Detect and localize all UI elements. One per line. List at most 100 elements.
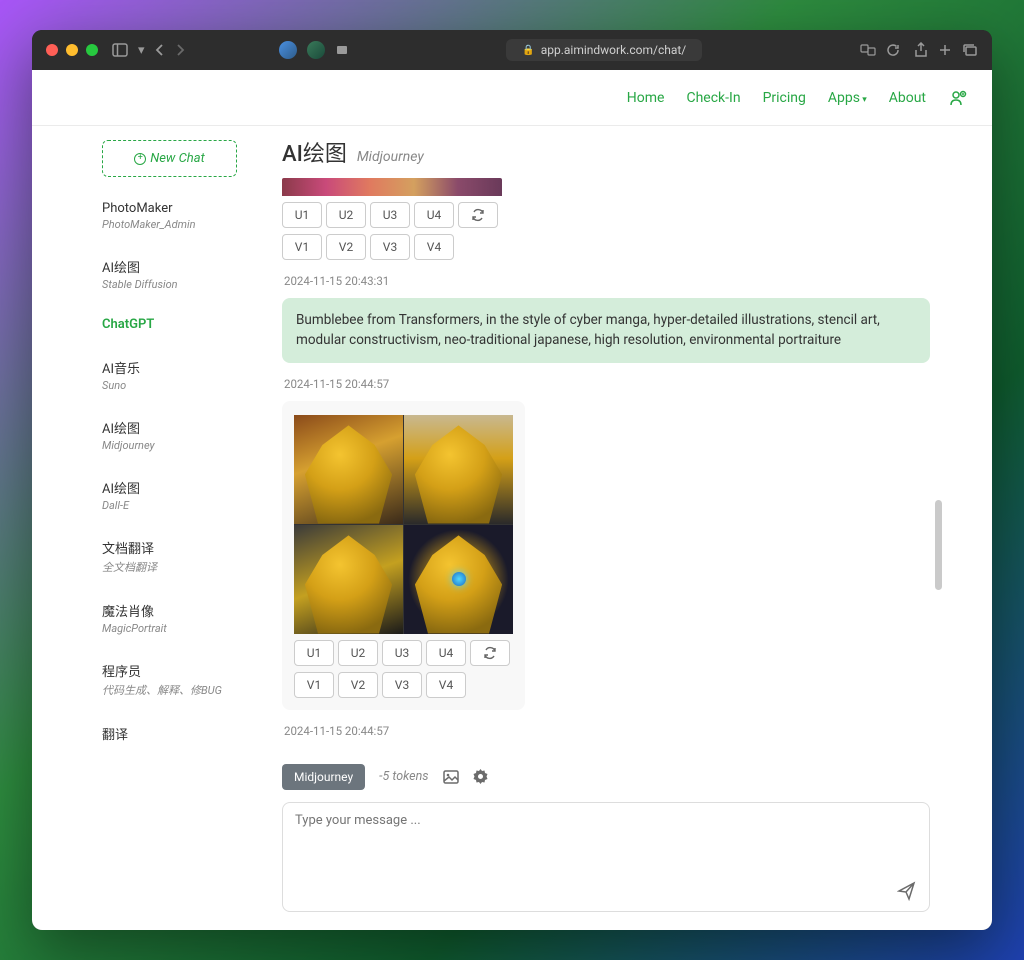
extension-icon-3[interactable] <box>335 43 349 57</box>
sidebar-item-title: AI绘图 <box>102 257 260 276</box>
nav-home[interactable]: Home <box>627 90 665 106</box>
variation-v3-button[interactable]: V3 <box>382 672 422 698</box>
message-input[interactable] <box>295 813 917 893</box>
upscale-u1-button[interactable]: U1 <box>282 202 322 228</box>
page-title: AI绘图 <box>282 136 347 168</box>
sidebar-item-chatgpt[interactable]: ChatGPT <box>102 305 260 346</box>
upscale-u3-button[interactable]: U3 <box>382 640 422 666</box>
variation-v4-button[interactable]: V4 <box>426 672 466 698</box>
generated-image-4[interactable] <box>404 525 513 634</box>
sidebar-item-subtitle: 代码生成、解释、修BUG <box>102 682 222 698</box>
reload-icon[interactable] <box>886 43 900 57</box>
upscale-u4-button[interactable]: U4 <box>414 202 454 228</box>
sidebar-item-magicportrait[interactable]: 魔法肖像 MagicPortrait <box>102 589 260 649</box>
sidebar-toggle-icon[interactable] <box>112 43 128 57</box>
prompt-text: Bumblebee from Transformers, in the styl… <box>296 312 880 348</box>
generated-image-grid[interactable] <box>294 415 513 634</box>
variation-row: V1 V2 V3 V4 <box>282 234 930 260</box>
browser-titlebar: ▾ 🔒 app.aimindwork.com/chat/ <box>32 30 992 70</box>
variation-v2-button[interactable]: V2 <box>338 672 378 698</box>
message-input-area: Midjourney -5 tokens <box>282 760 930 912</box>
upscale-u4-button[interactable]: U4 <box>426 640 466 666</box>
result-block-2: U1 U2 U3 U4 V1 V2 V3 V4 <box>282 401 525 710</box>
generated-image-partial[interactable] <box>282 178 502 196</box>
back-button[interactable] <box>155 43 165 57</box>
sidebar-item-title: 魔法肖像 <box>102 601 260 620</box>
close-window-button[interactable] <box>46 44 58 56</box>
sidebar-item-subtitle: Midjourney <box>102 439 222 452</box>
top-navigation: Home Check-In Pricing Apps About <box>32 70 992 126</box>
generated-image-2[interactable] <box>404 415 513 524</box>
browser-window: ▾ 🔒 app.aimindwork.com/chat/ <box>32 30 992 930</box>
sidebar-item-title: ChatGPT <box>102 317 260 332</box>
timestamp: 2024-11-15 20:44:57 <box>284 377 930 391</box>
upscale-u2-button[interactable]: U2 <box>338 640 378 666</box>
sidebar-item-translate[interactable]: 翻译 <box>102 712 260 757</box>
new-chat-label: New Chat <box>150 151 205 166</box>
upscale-u1-button[interactable]: U1 <box>294 640 334 666</box>
window-controls <box>46 44 98 56</box>
upscale-row: U1 U2 U3 U4 <box>282 202 930 228</box>
nav-checkin[interactable]: Check-In <box>686 90 740 106</box>
variation-v1-button[interactable]: V1 <box>282 234 322 260</box>
tabs-overview-icon[interactable] <box>962 43 978 57</box>
sidebar-item-subtitle: Suno <box>102 379 222 392</box>
variation-v2-button[interactable]: V2 <box>326 234 366 260</box>
generated-image-3[interactable] <box>294 525 403 634</box>
page-subtitle: Midjourney <box>357 149 424 165</box>
extension-icon-2[interactable] <box>307 41 325 59</box>
generated-image-1[interactable] <box>294 415 403 524</box>
message-textarea-wrapper <box>282 802 930 912</box>
sidebar-item-title: AI绘图 <box>102 418 260 437</box>
sidebar-item-subtitle: 全文档翻译 <box>102 559 222 575</box>
variation-row: V1 V2 V3 V4 <box>294 672 513 698</box>
variation-v3-button[interactable]: V3 <box>370 234 410 260</box>
maximize-window-button[interactable] <box>86 44 98 56</box>
nav-apps[interactable]: Apps <box>828 90 867 106</box>
forward-button[interactable] <box>175 43 185 57</box>
sidebar-item-title: 文档翻译 <box>102 538 260 557</box>
url-bar[interactable]: 🔒 app.aimindwork.com/chat/ <box>506 39 702 61</box>
nav-about[interactable]: About <box>889 90 926 106</box>
sidebar-item-subtitle: MagicPortrait <box>102 622 222 635</box>
upscale-u3-button[interactable]: U3 <box>370 202 410 228</box>
sidebar-item-subtitle: Dall-E <box>102 499 222 512</box>
reroll-button[interactable] <box>470 640 510 666</box>
scrollbar-thumb[interactable] <box>935 500 942 590</box>
variation-v4-button[interactable]: V4 <box>414 234 454 260</box>
sidebar-item-midjourney[interactable]: AI绘图 Midjourney <box>102 406 260 466</box>
user-prompt-message: Bumblebee from Transformers, in the styl… <box>282 298 930 363</box>
reroll-button[interactable] <box>458 202 498 228</box>
sidebar-item-doc-translate[interactable]: 文档翻译 全文档翻译 <box>102 526 260 589</box>
extension-icon-1[interactable] <box>279 41 297 59</box>
model-badge[interactable]: Midjourney <box>282 764 365 790</box>
translate-icon[interactable] <box>860 43 876 57</box>
sidebar-item-stablediffusion[interactable]: AI绘图 Stable Diffusion <box>102 245 260 305</box>
new-tab-icon[interactable] <box>938 43 952 57</box>
sidebar-item-programmer[interactable]: 程序员 代码生成、解释、修BUG <box>102 649 260 712</box>
nav-pricing[interactable]: Pricing <box>763 90 806 106</box>
image-upload-icon[interactable] <box>443 770 459 784</box>
lock-icon: 🔒 <box>522 45 534 56</box>
timestamp: 2024-11-15 20:44:57 <box>284 724 930 738</box>
share-icon[interactable] <box>914 42 928 58</box>
sidebar-item-subtitle: Stable Diffusion <box>102 278 222 291</box>
sidebar: + New Chat PhotoMaker PhotoMaker_Admin A… <box>32 126 272 926</box>
timestamp: 2024-11-15 20:43:31 <box>284 274 930 288</box>
result-block-1: U1 U2 U3 U4 V1 V2 V3 V4 <box>282 178 930 260</box>
upscale-u2-button[interactable]: U2 <box>326 202 366 228</box>
sidebar-item-photomaker[interactable]: PhotoMaker PhotoMaker_Admin <box>102 189 260 245</box>
settings-icon[interactable] <box>473 769 488 784</box>
sidebar-item-dalle[interactable]: AI绘图 Dall-E <box>102 466 260 526</box>
variation-v1-button[interactable]: V1 <box>294 672 334 698</box>
new-chat-button[interactable]: + New Chat <box>102 140 237 177</box>
sidebar-item-suno[interactable]: AI音乐 Suno <box>102 346 260 406</box>
sidebar-item-title: AI绘图 <box>102 478 260 497</box>
account-icon[interactable] <box>948 88 968 108</box>
sidebar-item-title: 程序员 <box>102 661 260 680</box>
sidebar-item-subtitle: PhotoMaker_Admin <box>102 218 222 231</box>
tab-dropdown-icon[interactable]: ▾ <box>138 43 145 58</box>
send-button[interactable] <box>897 881 917 901</box>
chat-main: AI绘图 Midjourney U1 U2 U3 U4 <box>272 126 992 926</box>
minimize-window-button[interactable] <box>66 44 78 56</box>
